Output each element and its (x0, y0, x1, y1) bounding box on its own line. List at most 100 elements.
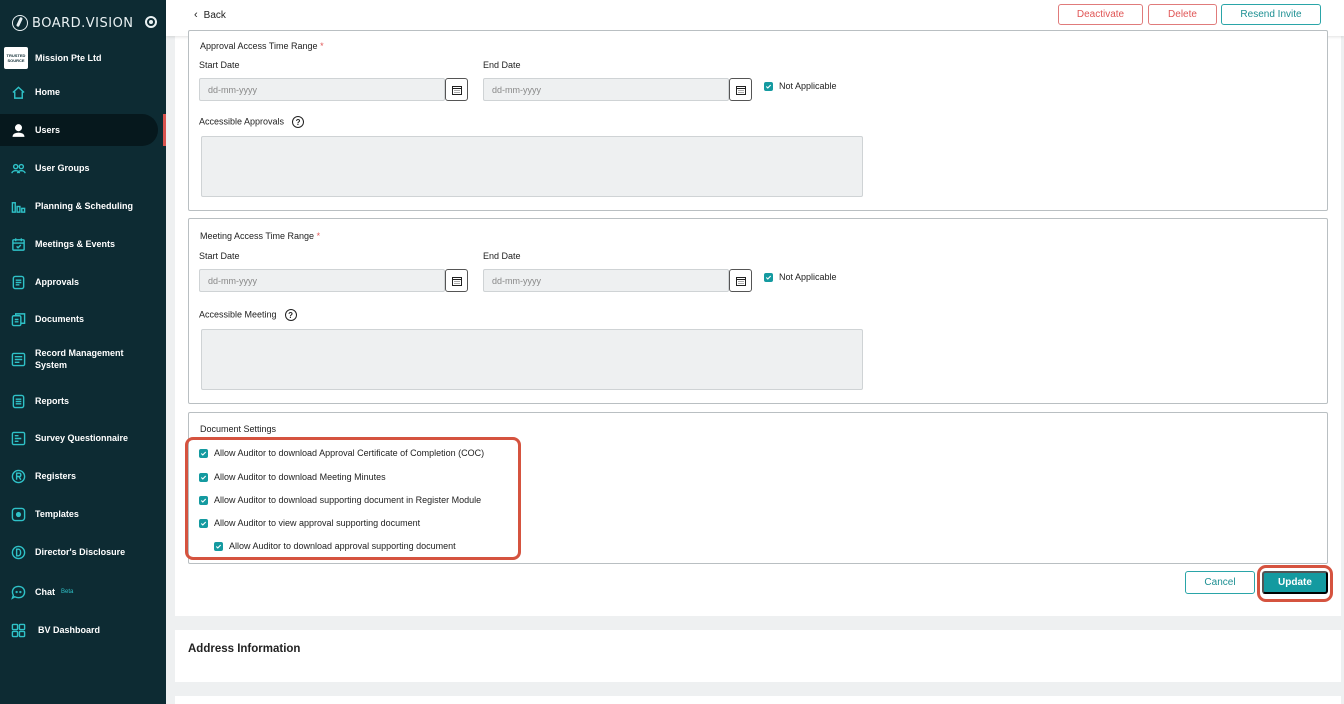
next-section-card (175, 696, 1341, 704)
brand-name: BOARD.VISION (32, 15, 134, 31)
calendar-button[interactable] (729, 269, 752, 292)
approval-not-applicable-checkbox[interactable]: Not Applicable (764, 81, 837, 91)
calendar-button[interactable] (445, 78, 468, 101)
sidebar-item-label: Planning & Scheduling (35, 201, 134, 211)
approval-section-title-text: Approval Access Time Range (200, 41, 318, 51)
calendar-icon (735, 276, 746, 286)
help-icon[interactable]: ? (284, 309, 297, 321)
meeting-start-date-input[interactable]: dd-mm-yyyy (199, 269, 445, 292)
deactivate-button[interactable]: Deactivate (1058, 4, 1143, 25)
sidebar-item-users[interactable]: Users (0, 114, 166, 146)
delete-button[interactable]: Delete (1148, 4, 1217, 25)
sidebar-item-label: Home (35, 87, 61, 97)
approval-end-date-label: End Date (483, 60, 521, 70)
org-name: Mission Pte Ltd (35, 53, 102, 63)
sidebar-item-label: Survey Questionnaire (35, 433, 129, 443)
chat-label: Chat (35, 587, 55, 597)
back-label: Back (203, 9, 226, 21)
required-mark: * (320, 41, 324, 51)
home-icon (10, 84, 26, 100)
sidebar-item-bv-dashboard[interactable]: BV Dashboard (0, 614, 166, 646)
beta-badge: Beta (61, 589, 74, 595)
reports-icon (10, 393, 26, 409)
accessible-meeting-label: Accessible Meeting? (199, 309, 297, 321)
cancel-button[interactable]: Cancel (1185, 571, 1255, 594)
meeting-not-applicable-checkbox[interactable]: Not Applicable (764, 272, 837, 282)
approval-section-title: Approval Access Time Range * (200, 41, 324, 51)
sidebar-item-label: BV Dashboard (38, 625, 101, 635)
sidebar-item-label: Registers (35, 471, 77, 481)
board-vision-logo-icon (12, 15, 28, 31)
document-settings-highlight (185, 437, 521, 560)
documents-icon (10, 311, 26, 327)
address-information-title: Address Information (188, 643, 301, 655)
brand-logo[interactable]: BOARD.VISION (12, 14, 134, 32)
dashboard-icon (10, 622, 26, 638)
sidebar-item-directors-disclosure[interactable]: Director's Disclosure (0, 536, 166, 568)
not-applicable-label: Not Applicable (779, 272, 837, 282)
address-information-card[interactable]: Address Information (175, 630, 1341, 682)
calendar-icon (451, 85, 462, 95)
approval-end-date-input[interactable]: dd-mm-yyyy (483, 78, 729, 101)
resend-invite-button[interactable]: Resend Invite (1221, 4, 1321, 25)
sidebar-item-user-groups[interactable]: User Groups (0, 152, 166, 184)
sidebar-item-chat[interactable]: Chat Beta (0, 576, 166, 608)
templates-icon (10, 506, 26, 522)
sidebar-item-label: Meetings & Events (35, 239, 116, 249)
sidebar-item-templates[interactable]: Templates (0, 498, 166, 530)
survey-icon (10, 430, 26, 446)
sidebar-item-documents[interactable]: Documents (0, 303, 166, 335)
sidebar-item-label: Director's Disclosure (35, 547, 126, 557)
calendar-icon (451, 276, 462, 286)
sidebar-item-label: User Groups (35, 163, 90, 173)
calendar-icon (10, 236, 26, 252)
sidebar-item-planning[interactable]: Planning & Scheduling (0, 190, 166, 222)
accessible-meeting-input[interactable] (201, 329, 863, 390)
checkbox-checked-icon (764, 272, 773, 282)
sidebar-item-label: Users (35, 125, 61, 135)
accessible-approvals-input[interactable] (201, 136, 863, 197)
meeting-section-title: Meeting Access Time Range * (200, 231, 320, 241)
disclosure-icon (10, 544, 26, 560)
required-mark: * (316, 231, 321, 241)
sidebar-item-label: Record Management System (35, 348, 124, 370)
sidebar-item-label: Reports (35, 396, 70, 406)
sidebar: BOARD.VISION TRUSTED SOURCE Mission Pte … (0, 0, 166, 704)
approval-start-date-label: Start Date (199, 60, 240, 70)
sidebar-item-meetings[interactable]: Meetings & Events (0, 228, 166, 260)
planning-icon (10, 198, 26, 214)
meeting-end-date-input[interactable]: dd-mm-yyyy (483, 269, 729, 292)
approval-start-date-input[interactable]: dd-mm-yyyy (199, 78, 445, 101)
org-logo: TRUSTED SOURCE (4, 47, 28, 69)
meeting-section-title-text: Meeting Access Time Range (200, 231, 315, 241)
user-icon (10, 122, 26, 138)
organization-selector[interactable]: TRUSTED SOURCE Mission Pte Ltd (4, 47, 102, 69)
meeting-end-date-label: End Date (483, 251, 521, 261)
help-icon[interactable]: ? (292, 116, 305, 128)
calendar-button[interactable] (729, 78, 752, 101)
eye-toggle-icon[interactable] (145, 16, 157, 28)
not-applicable-label: Not Applicable (779, 81, 837, 91)
calendar-button[interactable] (445, 269, 468, 292)
sidebar-item-home[interactable]: Home (0, 76, 166, 108)
sidebar-item-label: Chat Beta (35, 586, 73, 598)
sidebar-item-label: Approvals (35, 277, 80, 287)
chat-icon (10, 584, 26, 600)
sidebar-item-label: Documents (35, 314, 85, 324)
accessible-meeting-text: Accessible Meeting (199, 309, 277, 320)
sidebar-item-approvals[interactable]: Approvals (0, 266, 166, 298)
chevron-left-icon: ‹ (194, 9, 198, 21)
accessible-approvals-label: Accessible Approvals? (199, 116, 305, 128)
meeting-start-date-label: Start Date (199, 251, 240, 261)
sidebar-item-registers[interactable]: Registers (0, 460, 166, 492)
back-button[interactable]: ‹ Back (194, 9, 226, 21)
accessible-approvals-text: Accessible Approvals (199, 116, 285, 127)
checkbox-checked-icon (764, 81, 773, 91)
approvals-icon (10, 274, 26, 290)
sidebar-item-reports[interactable]: Reports (0, 385, 166, 417)
sidebar-item-survey[interactable]: Survey Questionnaire (0, 422, 166, 454)
document-settings-title: Document Settings (200, 424, 277, 434)
registers-icon (10, 468, 26, 484)
calendar-icon (735, 85, 746, 95)
sidebar-item-record-management[interactable]: Record Management System (0, 341, 166, 377)
